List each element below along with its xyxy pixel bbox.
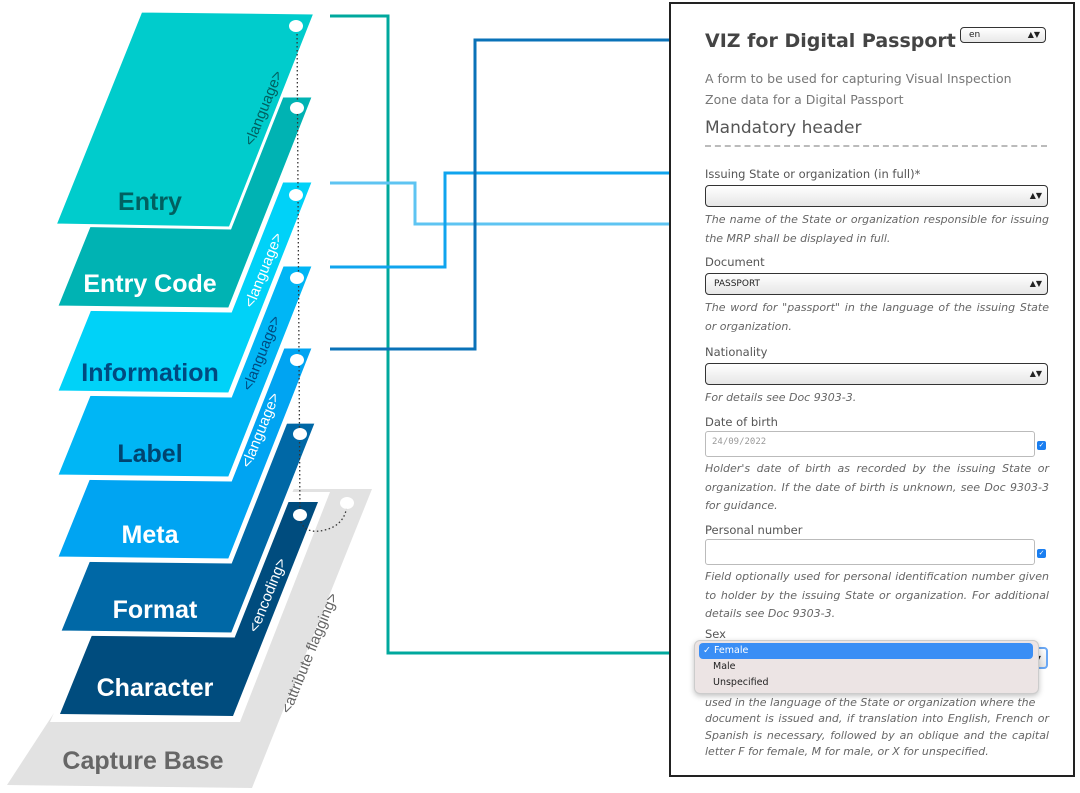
document-label: Document <box>705 255 765 269</box>
connector-label <box>330 38 678 351</box>
document-value: PASSPORT <box>714 279 761 289</box>
label-entry: Entry <box>118 188 182 216</box>
select-arrows-icon: ▲▼ <box>1029 369 1042 378</box>
nationality-label: Nationality <box>705 345 768 359</box>
section-divider <box>705 145 1047 147</box>
date-of-birth-checkbox[interactable]: ✓ <box>1037 441 1046 450</box>
issuing-state-help: The name of the State or organization re… <box>705 213 1049 245</box>
label-entry-code: Entry Code <box>83 270 216 298</box>
date-of-birth-label: Date of birth <box>705 415 778 429</box>
dot-information <box>289 189 303 201</box>
viz-form-panel: VIZ for Digital Passport en ▲▼ A form to … <box>669 2 1075 777</box>
connector-entry-code <box>330 181 678 226</box>
issuing-state-label: Issuing State or organization (in full)* <box>705 167 921 181</box>
check-icon: ✓ <box>703 645 714 656</box>
sex-help: document is issued and, if translation i… <box>705 712 1049 758</box>
dot-label <box>290 272 304 284</box>
label-information: Information <box>81 359 219 387</box>
sex-option-male[interactable]: Male <box>699 659 1033 675</box>
date-of-birth-help: Holder's date of birth as recorded by th… <box>705 462 1049 512</box>
document-select[interactable]: PASSPORT ▲▼ <box>705 273 1048 295</box>
connector-information <box>330 171 678 269</box>
nationality-select[interactable]: ▲▼ <box>705 363 1048 385</box>
label-format: Format <box>113 596 198 624</box>
personal-number-label: Personal number <box>705 523 803 537</box>
dot-meta <box>290 354 304 366</box>
dot-capture-base <box>340 497 354 509</box>
select-arrows-icon: ▲▼ <box>1027 30 1040 39</box>
sex-dropdown-menu: ✓ Female Male Unspecified <box>694 640 1039 694</box>
sex-label: Sex <box>705 627 726 641</box>
document-help: The word for "passport" in the language … <box>705 301 1049 333</box>
dot-character <box>293 509 307 521</box>
option-label: Female <box>713 645 749 656</box>
date-of-birth-input[interactable]: 24/09/2022 <box>705 431 1035 457</box>
personal-number-input[interactable] <box>705 539 1035 565</box>
connector-entry <box>330 14 678 655</box>
dot-format <box>293 428 307 440</box>
label-character: Character <box>97 674 214 702</box>
sex-option-female[interactable]: ✓ Female <box>699 643 1033 659</box>
sex-help-partial: used in the language of the State or org… <box>705 696 1036 709</box>
select-arrows-icon: ▲▼ <box>1029 191 1042 200</box>
language-select[interactable]: en ▲▼ <box>960 27 1046 43</box>
issuing-state-select[interactable]: ▲▼ <box>705 185 1048 207</box>
select-arrows-icon: ▲▼ <box>1029 279 1042 288</box>
label-capture-base: Capture Base <box>62 747 223 775</box>
sex-option-unspecified[interactable]: Unspecified <box>699 675 1033 691</box>
section-heading: Mandatory header <box>705 118 862 138</box>
dot-entry-code <box>290 102 304 114</box>
form-title: VIZ for Digital Passport <box>705 30 956 52</box>
dot-entry <box>289 20 303 32</box>
personal-number-checkbox[interactable]: ✓ <box>1037 549 1046 558</box>
label-label: Label <box>117 440 182 468</box>
personal-number-help: Field optionally used for personal ident… <box>705 570 1049 620</box>
language-select-value: en <box>969 30 981 40</box>
nationality-help: For details see Doc 9303-3. <box>705 391 857 404</box>
label-meta: Meta <box>122 521 180 549</box>
form-description: A form to be used for capturing Visual I… <box>705 71 1012 107</box>
